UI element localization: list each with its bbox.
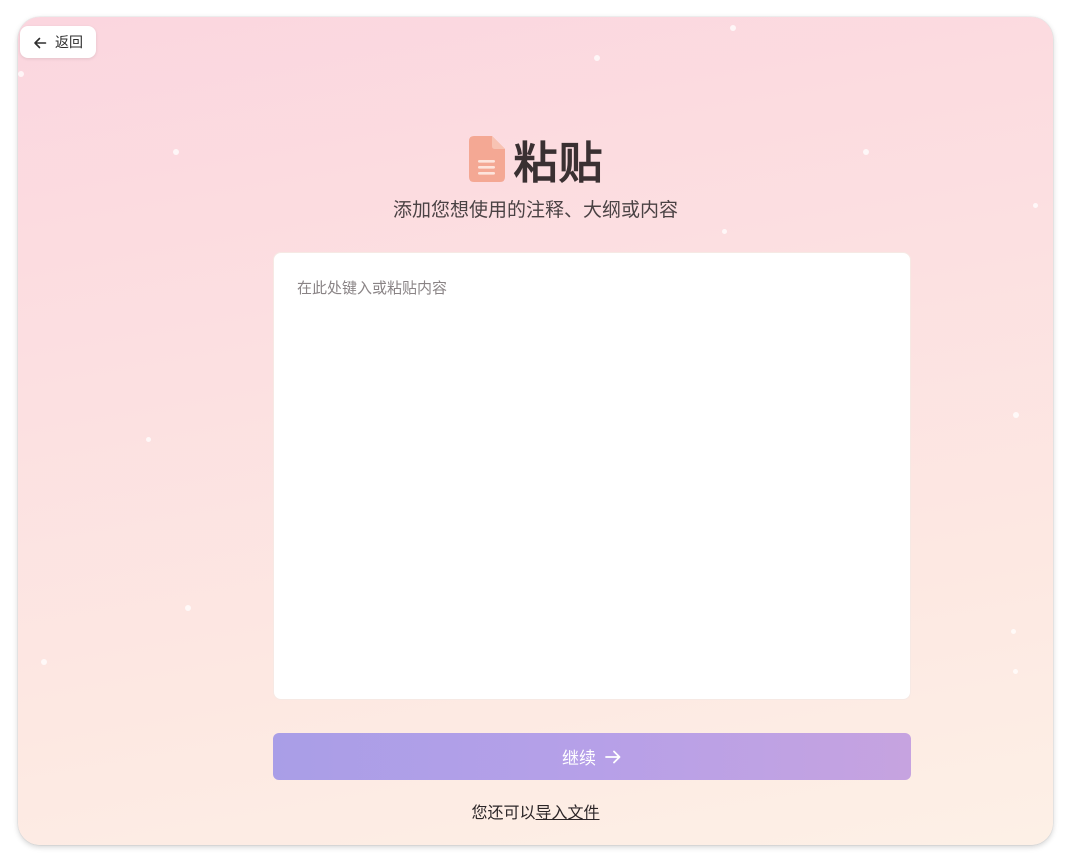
- sparkle-dot: [1013, 412, 1019, 418]
- sparkle-dot: [41, 659, 47, 665]
- content-input[interactable]: 在此处键入或粘贴内容: [273, 252, 911, 700]
- page-header: 粘贴: [18, 127, 1053, 191]
- sparkle-dot: [722, 229, 727, 234]
- sparkle-dot: [1011, 629, 1016, 634]
- back-button[interactable]: 返回: [20, 26, 96, 58]
- back-button-label: 返回: [55, 35, 83, 51]
- sparkle-dot: [1013, 669, 1018, 674]
- import-hint: 您还可以导入文件: [18, 799, 1053, 823]
- arrow-right-icon: [604, 748, 622, 766]
- import-hint-prefix: 您还可以: [471, 803, 536, 822]
- sparkle-dot: [185, 605, 191, 611]
- content-input-placeholder: 在此处键入或粘贴内容: [297, 279, 448, 297]
- continue-button-label: 继续: [562, 749, 596, 769]
- sparkle-dot: [146, 437, 151, 442]
- sparkle-dot: [18, 71, 24, 77]
- document-icon: [468, 135, 506, 183]
- arrow-left-icon: [33, 35, 47, 49]
- continue-button[interactable]: 继续: [273, 733, 911, 780]
- sparkle-dot: [730, 25, 736, 31]
- import-file-link[interactable]: 导入文件: [536, 803, 600, 822]
- page-subtitle: 添加您想使用的注释、大纲或内容: [392, 199, 678, 221]
- sparkle-dot: [594, 55, 600, 61]
- page-title: 粘贴: [513, 138, 604, 189]
- app-window: 返回 粘贴 添加您想使用的注释、大纲或内容 在此处键入或粘贴内容 继续 您还可以…: [18, 17, 1053, 845]
